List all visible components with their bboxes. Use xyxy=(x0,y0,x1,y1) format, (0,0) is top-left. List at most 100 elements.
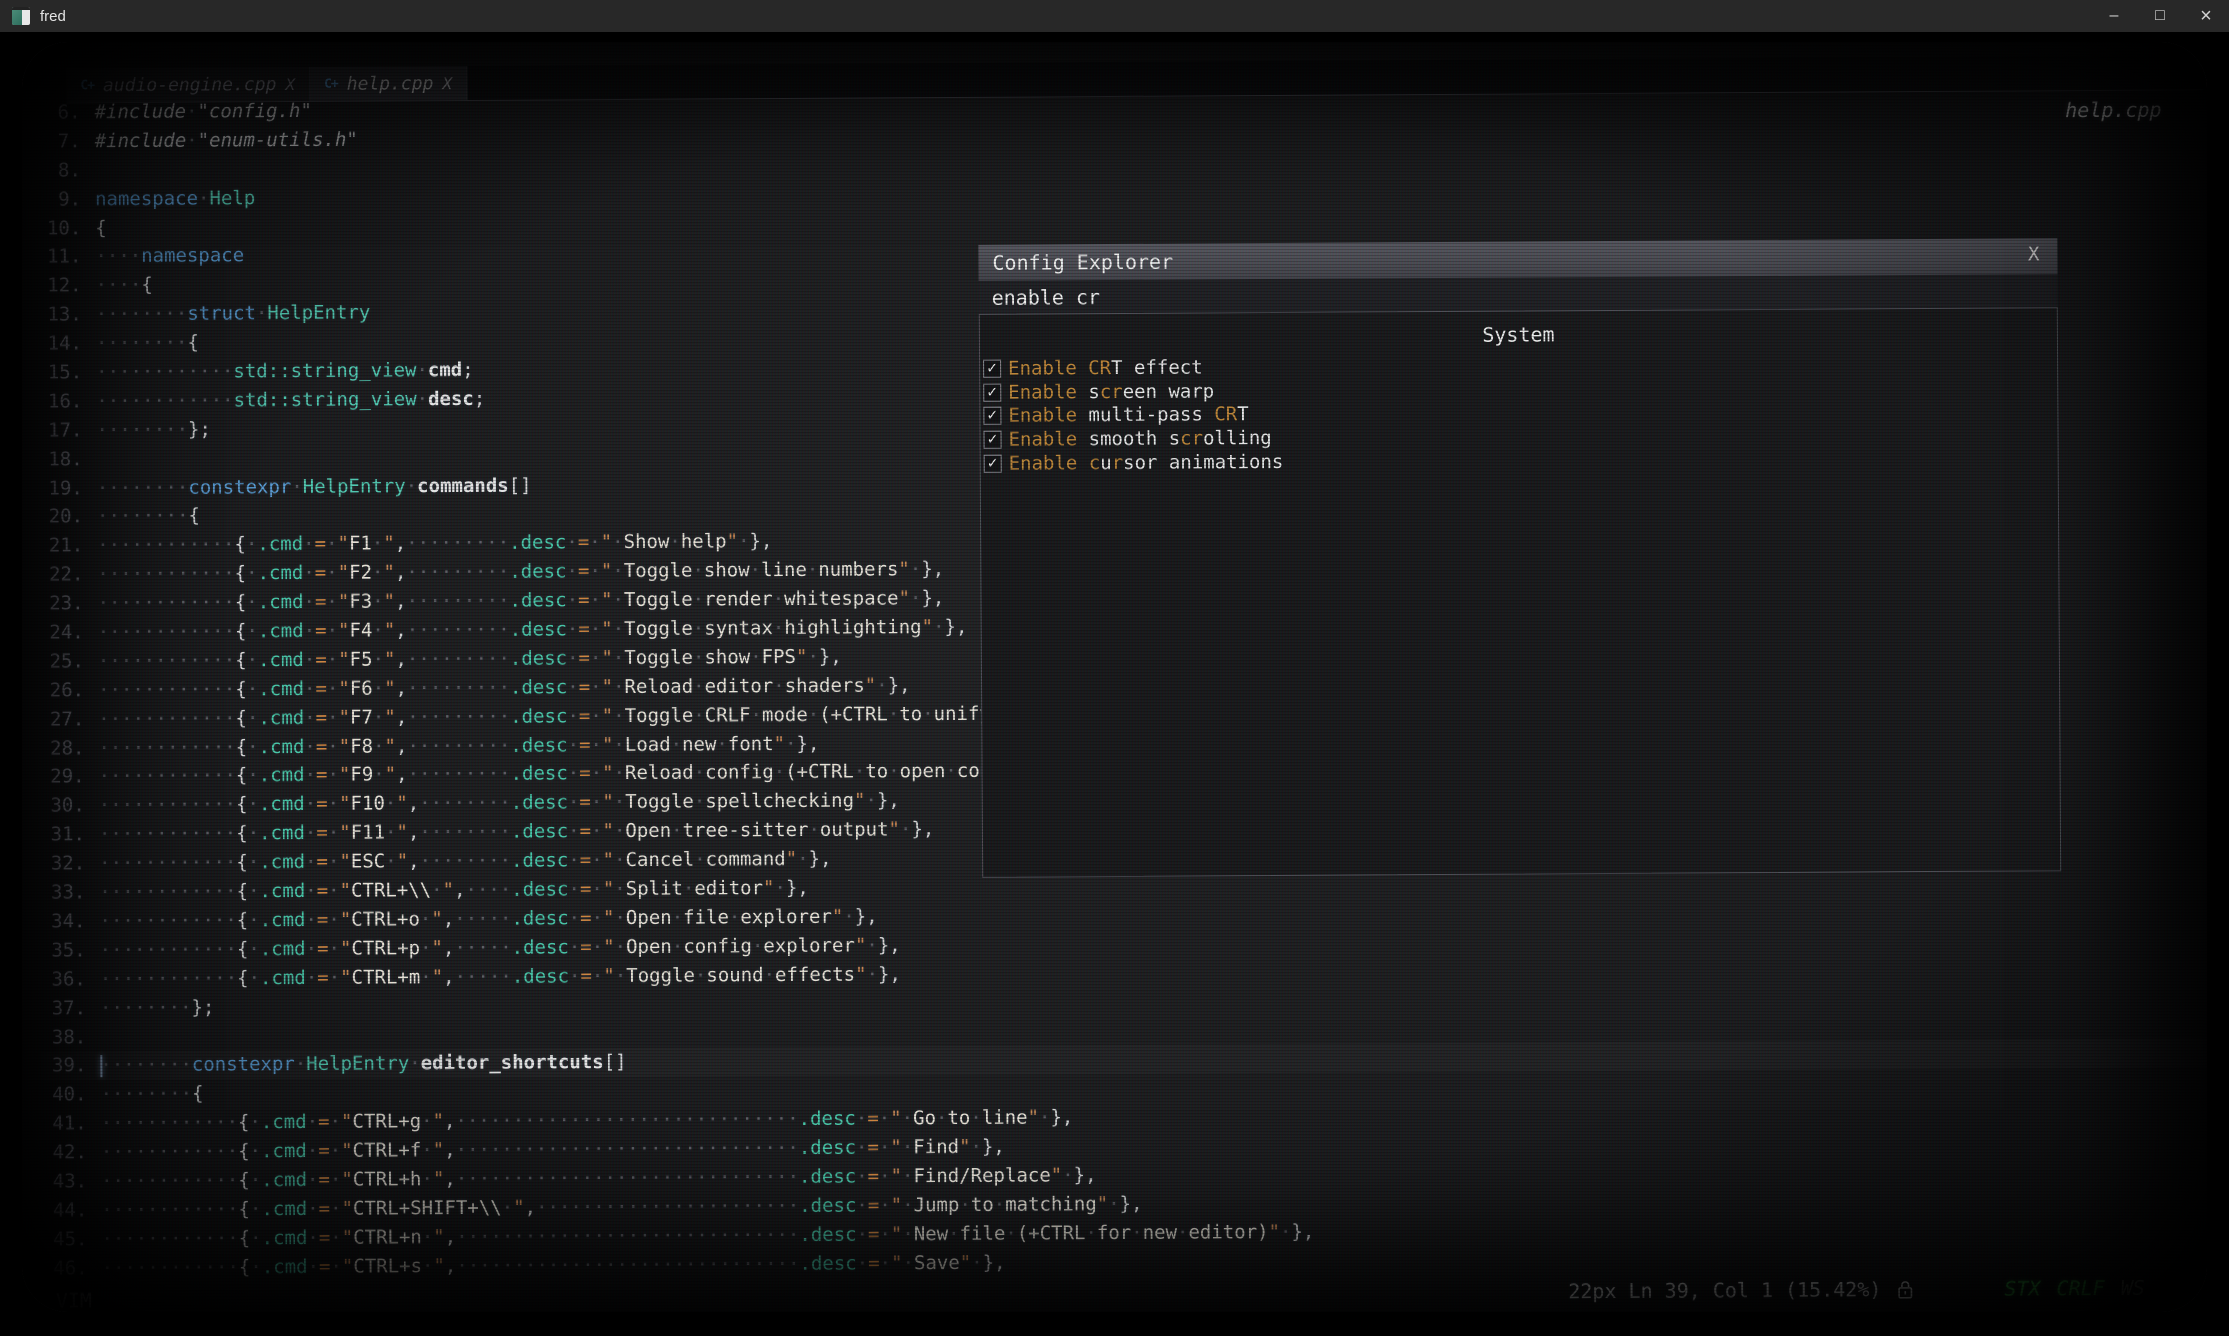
token: " xyxy=(384,619,396,641)
label-segment: Enable xyxy=(1008,381,1077,403)
tab-close-icon[interactable]: X xyxy=(442,74,452,93)
token: }, xyxy=(878,934,901,956)
token: " xyxy=(339,764,351,786)
token: · xyxy=(590,734,602,756)
line-content: ············{·.cmd·=·"CTRL+s·",·········… xyxy=(102,1248,1006,1282)
line-number: 23. xyxy=(37,589,83,618)
label-segment: r xyxy=(1112,452,1124,474)
token: ········ xyxy=(96,303,188,326)
token: · xyxy=(420,966,432,988)
token: " xyxy=(855,934,867,956)
token: · xyxy=(568,849,580,871)
token: std::string_view xyxy=(234,388,417,411)
token: · xyxy=(910,587,922,609)
tab-help.cpp[interactable]: C+help.cppX xyxy=(310,66,467,101)
token: = xyxy=(316,735,328,757)
token: · xyxy=(693,618,705,640)
token: · xyxy=(420,908,432,930)
token: to xyxy=(947,1107,970,1129)
token: Open xyxy=(625,820,671,842)
token: " xyxy=(338,620,350,642)
line-number: 14. xyxy=(36,329,82,358)
token: to xyxy=(899,703,922,725)
token: · xyxy=(327,678,339,700)
token: ············ xyxy=(98,736,235,759)
token: · xyxy=(569,907,581,929)
line-content: ············{·.cmd·=·"F7·",·········.des… xyxy=(98,699,1002,733)
token: · xyxy=(773,675,785,697)
token: ············ xyxy=(102,1256,239,1279)
token: · xyxy=(692,560,704,582)
token: effects xyxy=(775,963,855,985)
token: to xyxy=(971,1194,994,1216)
token: · xyxy=(797,848,809,870)
token: · xyxy=(502,1197,514,1219)
token: · xyxy=(808,819,820,841)
token: · xyxy=(902,1194,914,1216)
token: ········ xyxy=(419,821,511,844)
token: = xyxy=(578,560,590,582)
token: " xyxy=(602,734,614,756)
token: " xyxy=(603,907,615,929)
checkbox-checked-icon[interactable]: ✓ xyxy=(983,407,1001,425)
minimize-button[interactable]: – xyxy=(2091,0,2137,32)
token: .desc xyxy=(509,589,566,611)
popup-close-icon[interactable]: X xyxy=(2028,243,2040,265)
token: · xyxy=(307,1169,319,1191)
checkbox-checked-icon[interactable]: ✓ xyxy=(983,383,1001,401)
token: ······························ xyxy=(456,1166,799,1190)
token: CRLF xyxy=(705,704,751,726)
token: , xyxy=(444,1110,456,1132)
close-button[interactable]: × xyxy=(2183,0,2229,32)
token: " xyxy=(433,1139,445,1161)
token: · xyxy=(431,879,443,901)
token: · xyxy=(248,851,260,873)
token: · xyxy=(303,562,315,584)
token: , xyxy=(454,879,466,901)
token: , xyxy=(396,677,408,699)
tab-audio-engine.cpp[interactable]: C+audio-engine.cppX xyxy=(66,67,310,102)
cursor-position-info: 22px Ln 39, Col 1 (15.42%) xyxy=(1568,1277,1881,1303)
token: · xyxy=(807,559,819,581)
popup-titlebar[interactable]: Config Explorer X xyxy=(978,238,2057,281)
check-glyph: ✓ xyxy=(987,456,999,470)
token: ············ xyxy=(96,389,233,412)
token: " xyxy=(1097,1193,1109,1215)
app-window: fred – □ × C+audio-engine.cppXC+help.cpp… xyxy=(0,0,2229,1336)
token: · xyxy=(330,1198,342,1220)
checkbox-checked-icon[interactable]: ✓ xyxy=(984,454,1002,472)
token: .cmd xyxy=(259,822,305,844)
token: , xyxy=(408,793,420,815)
token: " xyxy=(959,1136,971,1158)
token: · xyxy=(1108,1193,1120,1215)
token: · xyxy=(568,792,580,814)
checkbox-checked-icon[interactable]: ✓ xyxy=(983,431,1001,449)
line-number: 24. xyxy=(38,618,84,647)
token: " xyxy=(854,790,866,812)
token: { xyxy=(239,1227,251,1249)
token: · xyxy=(1280,1221,1292,1243)
token: · xyxy=(694,849,706,871)
check-glyph: ✓ xyxy=(987,433,999,447)
tab-close-icon[interactable]: X xyxy=(285,74,295,93)
token: · xyxy=(305,822,317,844)
token: " xyxy=(601,647,613,669)
token: · xyxy=(857,1252,869,1274)
token: Go xyxy=(913,1107,936,1129)
line-content: ········{ xyxy=(96,329,199,359)
label-segment: c xyxy=(1089,452,1101,474)
token: · xyxy=(385,793,397,815)
token: ····· xyxy=(455,965,512,987)
token: { xyxy=(237,967,249,989)
token: · xyxy=(785,733,797,755)
token: · xyxy=(971,1251,983,1273)
token: .cmd xyxy=(262,1256,308,1278)
line-number: 38. xyxy=(40,1023,86,1052)
token: · xyxy=(856,1223,868,1245)
token: · xyxy=(856,1165,868,1187)
token: · xyxy=(866,963,878,985)
tab-label: help.cpp xyxy=(347,73,434,95)
maximize-button[interactable]: □ xyxy=(2137,0,2183,32)
token: ············ xyxy=(100,967,237,990)
checkbox-checked-icon[interactable]: ✓ xyxy=(983,360,1001,378)
